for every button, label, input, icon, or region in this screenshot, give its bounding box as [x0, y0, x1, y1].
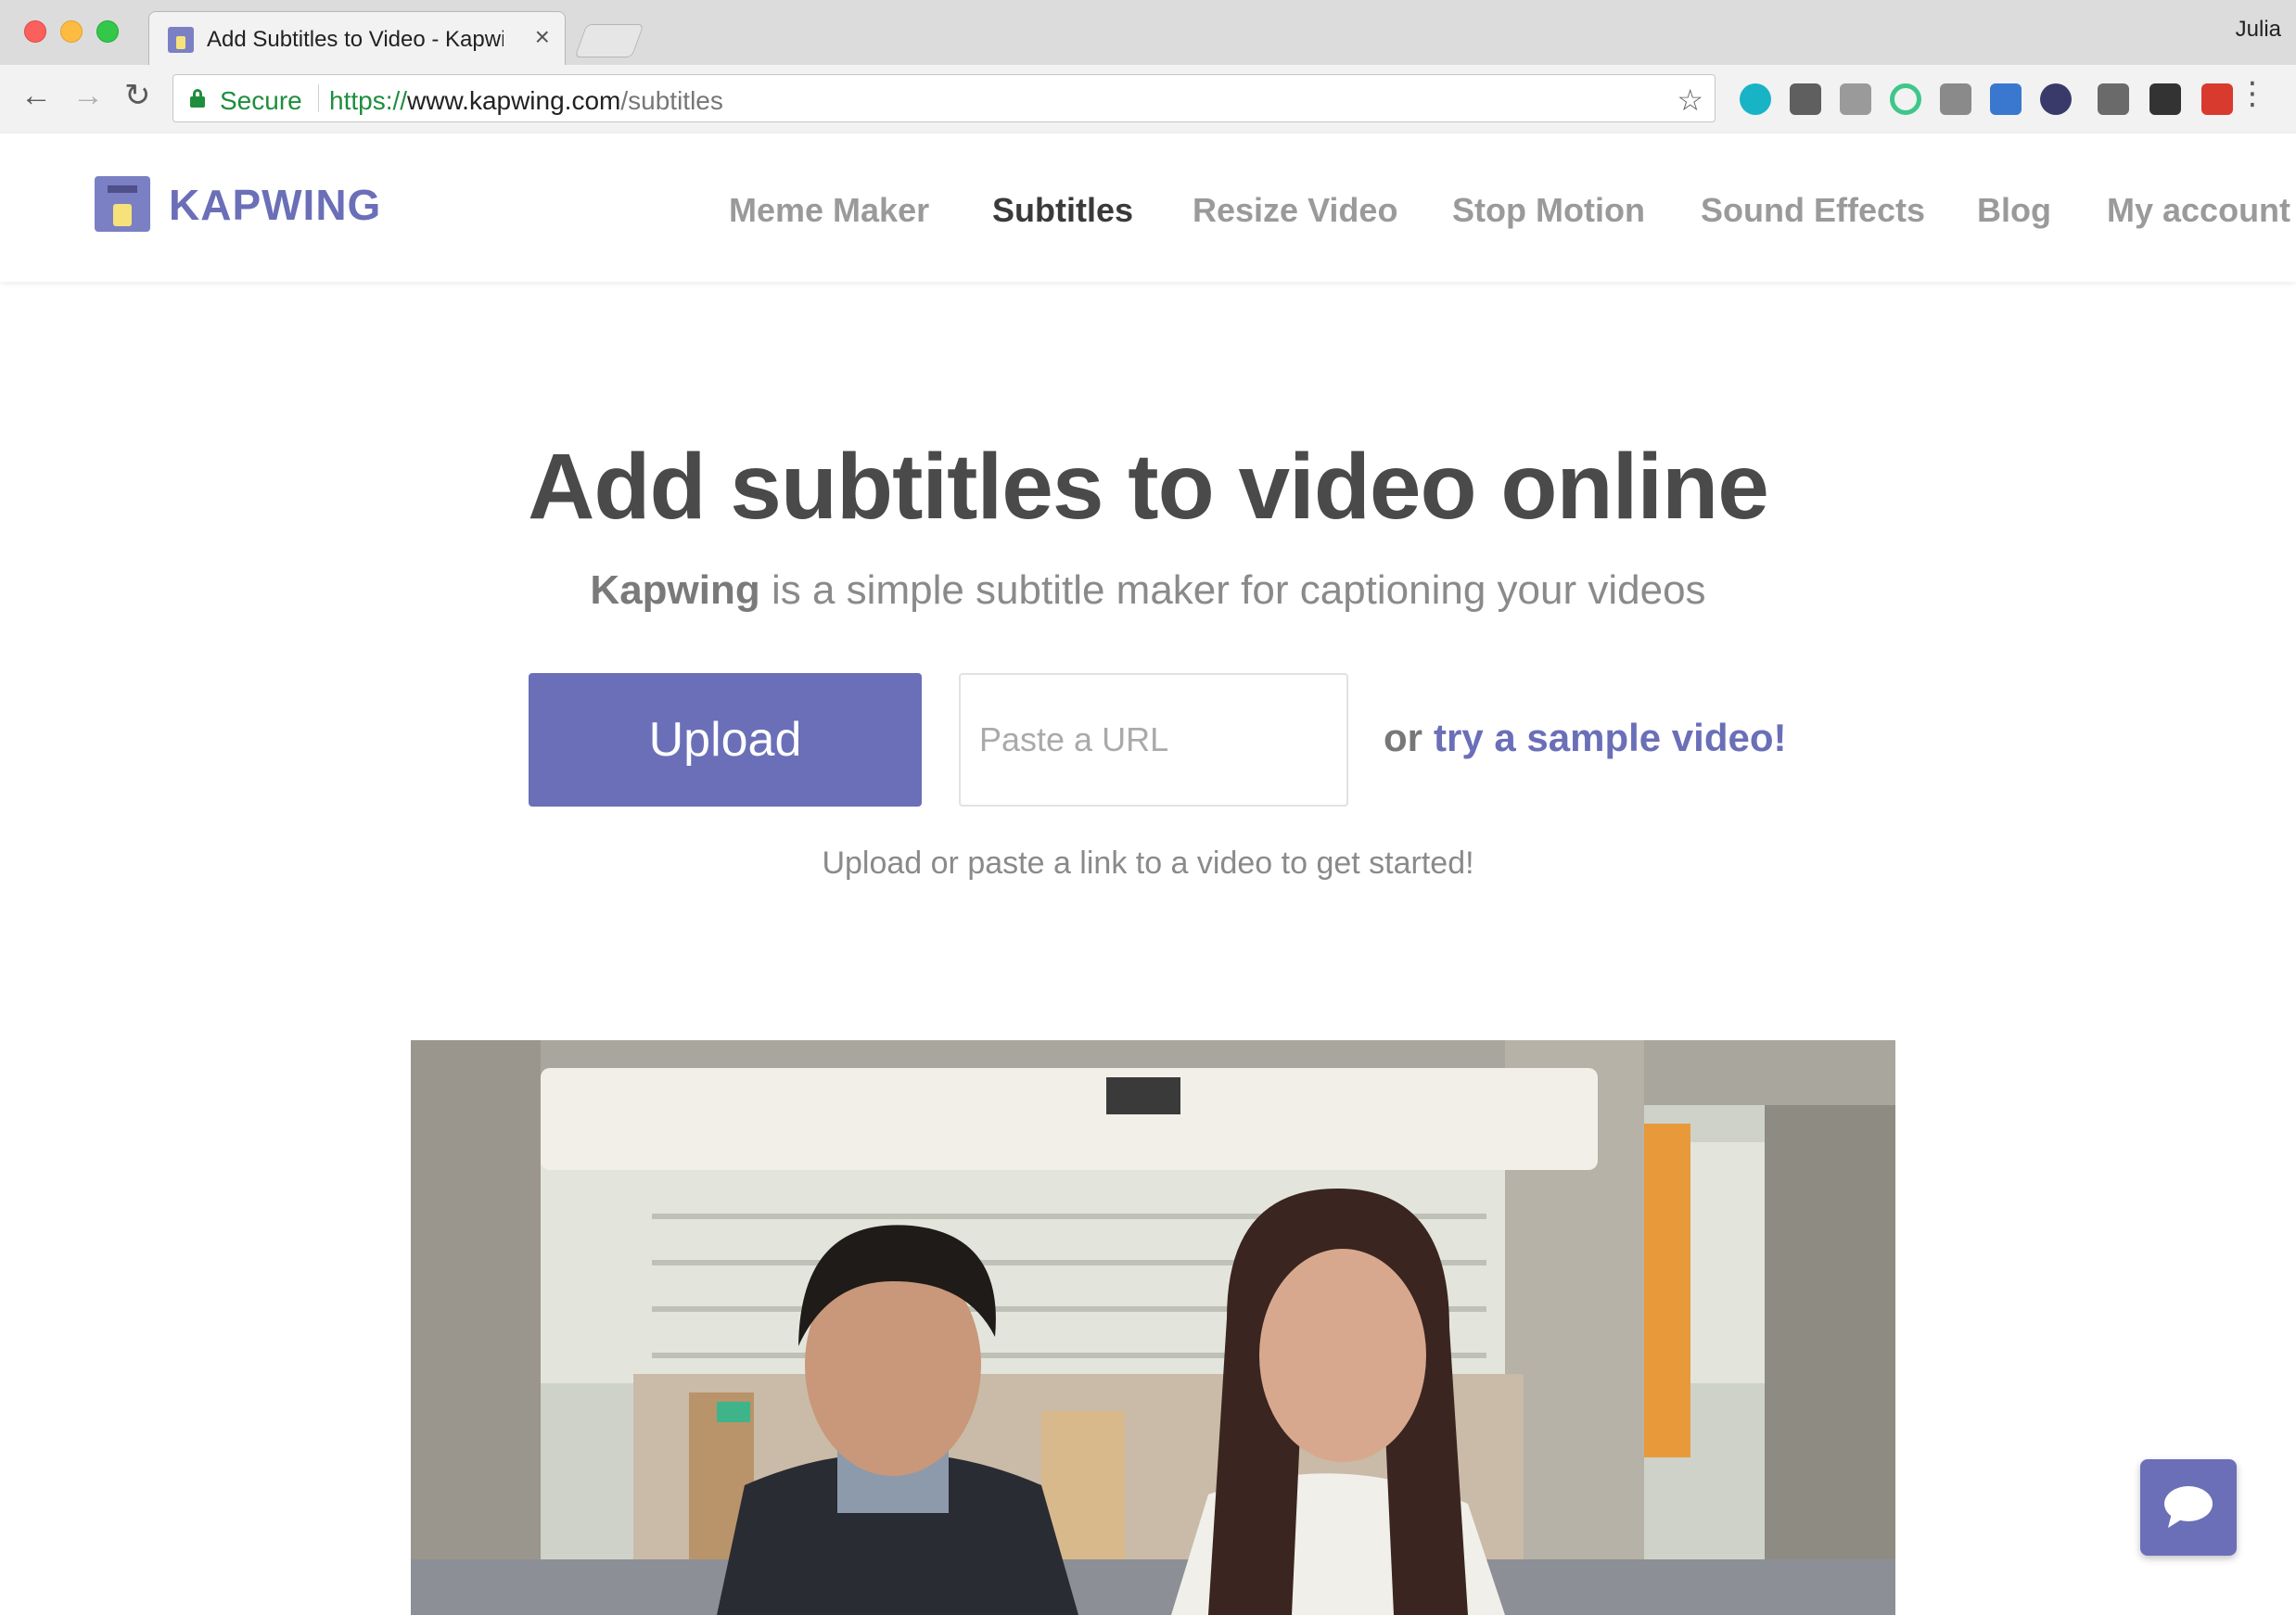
nav-meme-maker[interactable]: Meme Maker — [729, 191, 929, 230]
url-text[interactable]: https://www.kapwing.com/subtitles — [329, 86, 723, 116]
nav-my-account[interactable]: My account — [2107, 191, 2290, 230]
paste-url-input[interactable] — [959, 673, 1348, 807]
maximize-window-button[interactable] — [96, 20, 119, 43]
new-tab-button[interactable] — [574, 24, 644, 57]
kapwing-logo-icon[interactable] — [95, 176, 150, 232]
extension-m-icon[interactable] — [1740, 83, 1771, 115]
extension-film-icon[interactable] — [2149, 83, 2181, 115]
extension-moon-icon[interactable] — [2040, 83, 2072, 115]
profile-name[interactable]: Julia — [2236, 17, 2281, 43]
lock-icon — [190, 89, 205, 108]
tab-close-icon[interactable]: × — [535, 24, 550, 50]
secure-label: Secure — [220, 86, 302, 115]
browser-toolbar: ← → ↻ Secure https://www.kapwing.com/sub… — [0, 65, 2296, 134]
browser-tab[interactable]: Add Subtitles to Video - Kapwing × — [148, 11, 566, 65]
url-scheme: https:// — [329, 86, 408, 115]
extension-arrows-icon[interactable] — [1990, 83, 2022, 115]
or-label: or — [1384, 716, 1422, 759]
nav-resize-video[interactable]: Resize Video — [1193, 191, 1397, 230]
browser-chrome: Add Subtitles to Video - Kapwing × Julia… — [0, 0, 2296, 134]
address-bar[interactable]: Secure https://www.kapwing.com/subtitles… — [172, 74, 1716, 122]
extension-info-icon[interactable] — [2098, 83, 2129, 115]
extension-camera-icon[interactable] — [1840, 83, 1871, 115]
tab-title: Add Subtitles to Video - Kapwing — [207, 27, 504, 52]
chat-button[interactable] — [2140, 1459, 2237, 1556]
extension-circle-icon[interactable] — [1890, 83, 1921, 115]
menu-dots-icon[interactable]: ⋮ — [2237, 78, 2268, 109]
reload-icon[interactable]: ↻ — [124, 80, 151, 111]
video-frame-illustration — [411, 1040, 1895, 1615]
upload-hint: Upload or paste a link to a video to get… — [822, 846, 1474, 881]
extension-red-dots-icon[interactable] — [2201, 83, 2233, 115]
subtitle-text: is a simple subtitle maker for captionin… — [759, 567, 1706, 613]
logo-text[interactable]: KAPWING — [169, 180, 381, 230]
url-path: /subtitles — [620, 86, 723, 115]
forward-arrow-icon[interactable]: → — [72, 80, 104, 111]
nav-blog[interactable]: Blog — [1977, 191, 2051, 230]
extension-lightbulb-icon[interactable] — [1790, 83, 1821, 115]
nav-stop-motion[interactable]: Stop Motion — [1452, 191, 1645, 230]
subtitle-brand: Kapwing — [590, 567, 760, 613]
url-host: www.kapwing.com — [407, 86, 621, 115]
site-header: KAPWING Meme Maker Subtitles Resize Vide… — [0, 134, 2296, 282]
hero-subtitle: Kapwing is a simple subtitle maker for c… — [0, 567, 2296, 614]
minimize-window-button[interactable] — [60, 20, 83, 43]
sample-video-link[interactable]: try a sample video! — [1434, 716, 1786, 760]
nav-sound-effects[interactable]: Sound Effects — [1701, 191, 1925, 230]
tab-strip: Add Subtitles to Video - Kapwing × Julia — [0, 0, 2296, 65]
extension-puzzle-icon[interactable] — [1940, 83, 1971, 115]
kapwing-favicon-icon — [168, 27, 194, 53]
address-separator — [318, 84, 319, 112]
page-title: Add subtitles to video online — [528, 435, 1769, 539]
back-arrow-icon[interactable]: ← — [20, 80, 52, 111]
close-window-button[interactable] — [24, 20, 46, 43]
chat-bubble-icon — [2164, 1486, 2213, 1528]
star-icon[interactable]: ☆ — [1677, 83, 1703, 118]
upload-button[interactable]: Upload — [529, 673, 922, 807]
video-preview[interactable] — [411, 1040, 1895, 1615]
nav-subtitles[interactable]: Subtitles — [992, 191, 1133, 230]
